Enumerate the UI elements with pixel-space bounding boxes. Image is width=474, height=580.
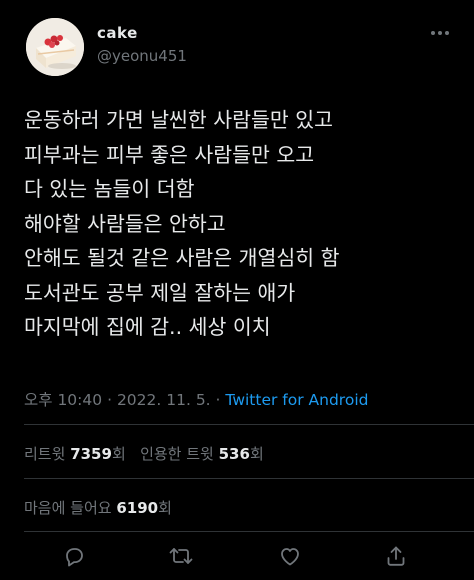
- quote-stat[interactable]: 인용한 트윗 536회: [140, 445, 264, 463]
- tweet-meta: 오후 10:40 · 2022. 11. 5. · Twitter for An…: [24, 388, 368, 410]
- like-count: 6190: [116, 499, 159, 517]
- like-stats[interactable]: 마음에 들어요 6190회: [24, 497, 172, 518]
- like-unit: 회: [158, 499, 172, 517]
- retweet-stat[interactable]: 리트윗 7359회: [24, 445, 126, 463]
- display-name[interactable]: cake: [97, 24, 138, 42]
- retweet-label: 리트윗: [24, 445, 66, 463]
- retweet-count: 7359: [70, 445, 112, 463]
- tweet-line: 도서관도 공부 제일 잘하는 애가: [24, 280, 296, 305]
- user-handle[interactable]: @yeonu451: [97, 47, 187, 65]
- meta-separator: ·: [107, 391, 112, 409]
- quote-label: 인용한 트윗: [140, 445, 214, 463]
- tweet-line: 안해도 될것 같은 사람은 개열심히 함: [24, 246, 340, 270]
- reply-icon[interactable]: [58, 540, 90, 572]
- tweet-date[interactable]: 2022. 11. 5.: [117, 391, 211, 409]
- like-icon[interactable]: [274, 540, 306, 572]
- more-icon[interactable]: [426, 22, 454, 44]
- tweet-source-link[interactable]: Twitter for Android: [225, 391, 368, 409]
- tweet-line: 운동하러 가면 날씬한 사람들만 있고: [24, 108, 333, 132]
- action-bar: [0, 540, 474, 572]
- retweet-stats: 리트윗 7359회 인용한 트윗 536회: [24, 443, 264, 464]
- quote-count: 536: [218, 445, 250, 463]
- avatar[interactable]: [26, 18, 84, 76]
- meta-separator: ·: [215, 391, 221, 409]
- tweet-time[interactable]: 오후 10:40: [24, 391, 102, 409]
- divider: [24, 531, 474, 532]
- retweet-icon[interactable]: [165, 540, 197, 572]
- tweet-line: 다 있는 놈들이 더함: [24, 177, 195, 201]
- tweet-line: 해야할 사람들은 안하고: [24, 211, 226, 236]
- like-label: 마음에 들어요: [24, 499, 112, 517]
- divider: [24, 478, 474, 479]
- tweet-text: 운동하러 가면 날씬한 사람들만 있고 피부과는 피부 좋은 사람들만 오고 다…: [24, 103, 464, 345]
- cake-avatar-image: [26, 18, 84, 76]
- tweet-line: 피부과는 피부 좋은 사람들만 오고: [24, 142, 315, 167]
- divider: [24, 424, 474, 425]
- quote-unit: 회: [249, 445, 264, 463]
- share-icon[interactable]: [380, 540, 412, 572]
- retweet-unit: 회: [111, 445, 126, 463]
- tweet-line: 마지막에 집에 감.. 세상 이치: [24, 315, 271, 339]
